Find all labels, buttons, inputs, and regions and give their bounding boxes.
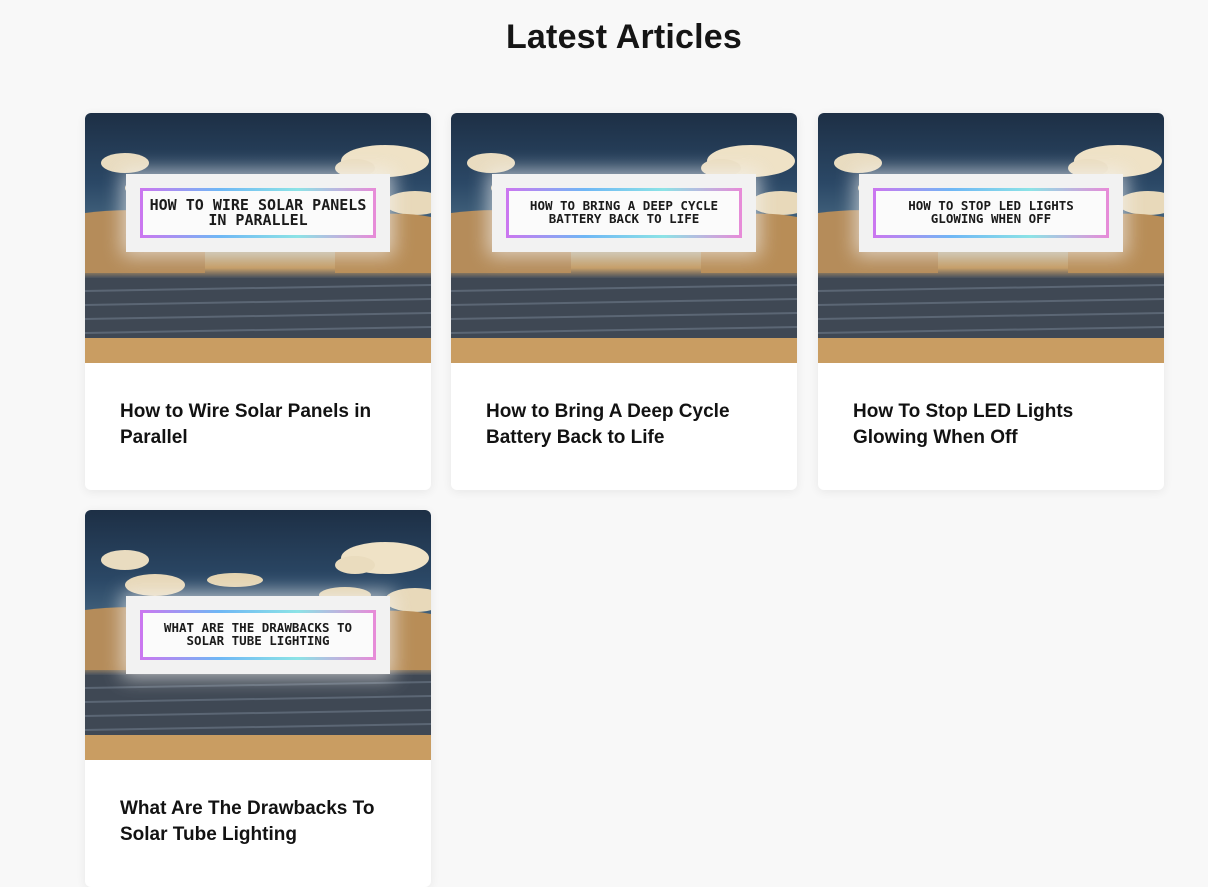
article-card[interactable]: WHAT ARE THE DRAWBACKS TO SOLAR TUBE LIG… [85, 510, 431, 887]
thumbnail-banner: WHAT ARE THE DRAWBACKS TO SOLAR TUBE LIG… [140, 610, 376, 660]
card-body: What Are The Drawbacks To Solar Tube Lig… [85, 760, 431, 848]
thumbnail-banner: HOW TO STOP LED LIGHTS GLOWING WHEN OFF [873, 188, 1109, 238]
card-body: How to Bring A Deep Cycle Battery Back t… [451, 363, 797, 451]
article-thumbnail[interactable]: HOW TO STOP LED LIGHTS GLOWING WHEN OFF [818, 113, 1164, 363]
article-thumbnail[interactable]: HOW TO BRING A DEEP CYCLE BATTERY BACK T… [451, 113, 797, 363]
card-body: How To Stop LED Lights Glowing When Off [818, 363, 1164, 451]
section-title: Latest Articles [505, 18, 743, 56]
thumbnail-banner: HOW TO BRING A DEEP CYCLE BATTERY BACK T… [506, 188, 742, 238]
solar-field-image [451, 145, 797, 363]
article-card[interactable]: HOW TO WIRE SOLAR PANELS IN PARALLEL How… [85, 113, 431, 490]
article-title-link[interactable]: How To Stop LED Lights Glowing When Off [853, 399, 1130, 451]
thumbnail-banner-text: HOW TO WIRE SOLAR PANELS IN PARALLEL [143, 191, 373, 235]
article-card[interactable]: HOW TO BRING A DEEP CYCLE BATTERY BACK T… [451, 113, 797, 490]
thumbnail-banner-text: HOW TO BRING A DEEP CYCLE BATTERY BACK T… [509, 191, 739, 235]
thumbnail-banner-text: WHAT ARE THE DRAWBACKS TO SOLAR TUBE LIG… [143, 613, 373, 657]
solar-field-image [818, 145, 1164, 363]
article-title-link[interactable]: What Are The Drawbacks To Solar Tube Lig… [120, 796, 397, 848]
thumbnail-banner: HOW TO WIRE SOLAR PANELS IN PARALLEL [140, 188, 376, 238]
solar-field-image [85, 145, 431, 363]
card-body: How to Wire Solar Panels in Parallel [85, 363, 431, 451]
article-title-link[interactable]: How to Wire Solar Panels in Parallel [120, 399, 397, 451]
article-thumbnail[interactable]: HOW TO WIRE SOLAR PANELS IN PARALLEL [85, 113, 431, 363]
article-thumbnail[interactable]: WHAT ARE THE DRAWBACKS TO SOLAR TUBE LIG… [85, 510, 431, 760]
article-title-link[interactable]: How to Bring A Deep Cycle Battery Back t… [486, 399, 763, 451]
article-card[interactable]: HOW TO STOP LED LIGHTS GLOWING WHEN OFF … [818, 113, 1164, 490]
thumbnail-banner-text: HOW TO STOP LED LIGHTS GLOWING WHEN OFF [876, 191, 1106, 235]
